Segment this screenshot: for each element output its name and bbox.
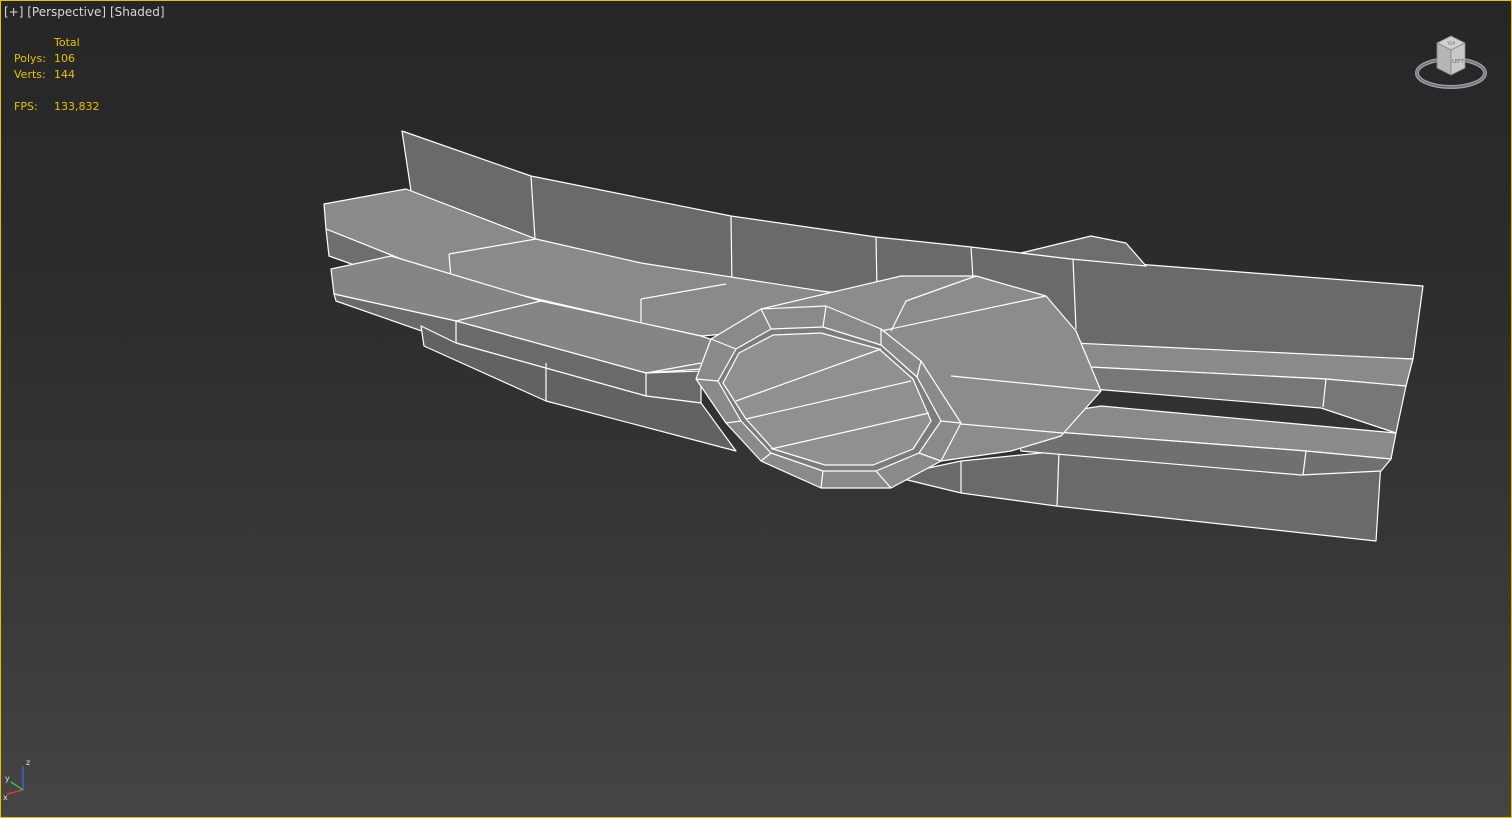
viewcube-face-label: LEFT xyxy=(1452,59,1465,65)
perspective-viewport[interactable]: [+] [Perspective] [Shaded] Total Polys: 1… xyxy=(0,0,1512,818)
grille-mesh[interactable] xyxy=(1,1,1512,818)
viewcube-icon[interactable]: TOP LEFT xyxy=(1411,31,1491,101)
viewcube-top-label: TOP xyxy=(1446,41,1456,46)
axis-z-label: z xyxy=(26,758,30,767)
axis-tripod-icon: z x y xyxy=(3,758,30,801)
axis-x-label: x xyxy=(3,793,8,801)
axis-y-label: y xyxy=(5,774,10,783)
